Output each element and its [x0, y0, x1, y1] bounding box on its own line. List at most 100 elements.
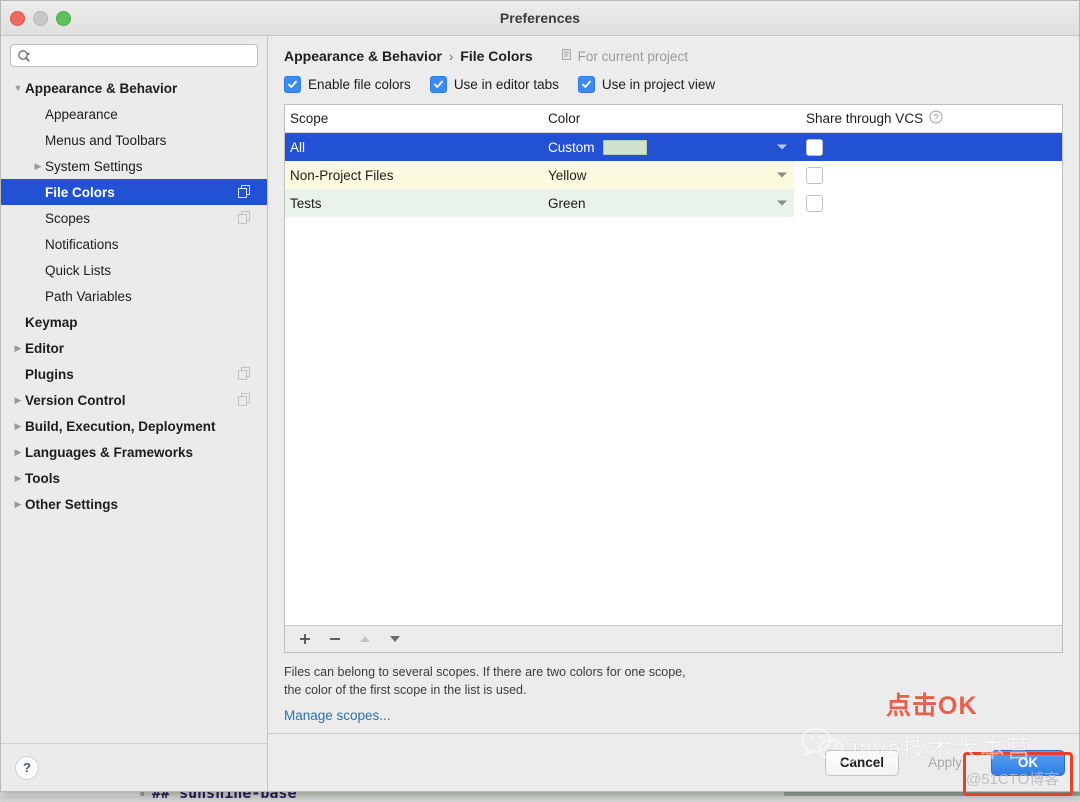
breadcrumb-separator-icon: ›	[448, 48, 454, 64]
sidebar-item-label: Appearance	[45, 106, 118, 122]
sidebar-item-system-settings[interactable]: ▶ System Settings	[1, 153, 267, 179]
sidebar-item-label: Path Variables	[45, 288, 132, 304]
search-field[interactable]	[10, 44, 258, 67]
sidebar-item-appearance[interactable]: Appearance	[1, 101, 267, 127]
close-button[interactable]	[10, 11, 25, 26]
option-label: Enable file colors	[308, 77, 411, 92]
table-row[interactable]: All Custom	[285, 133, 1062, 161]
sidebar-item-label: File Colors	[45, 184, 115, 200]
sidebar-item-build-execution-deployment[interactable]: ▶ Build, Execution, Deployment	[1, 413, 267, 439]
chevron-right-icon[interactable]: ▶	[11, 447, 25, 458]
chevron-down-icon[interactable]	[777, 172, 787, 178]
project-scope-icon	[238, 393, 251, 409]
minimize-button[interactable]	[33, 11, 48, 26]
table-row[interactable]: Tests Green	[285, 189, 1062, 217]
color-value-label: Green	[548, 195, 586, 211]
checkbox-checked-icon[interactable]	[429, 76, 447, 93]
table-row[interactable]: Non-Project Files Yellow	[285, 161, 1062, 189]
move-up-button[interactable]	[357, 631, 373, 647]
settings-nav-list: ▼ Appearance & Behavior Appearance Menus an…	[1, 73, 267, 743]
custom-color-swatch[interactable]	[602, 139, 647, 155]
checkbox-unchecked-icon[interactable]	[806, 194, 823, 212]
sidebar-item-editor[interactable]: ▶ Editor	[1, 335, 267, 361]
sidebar-footer: ?	[1, 743, 267, 791]
sidebar-item-other-settings[interactable]: ▶ Other Settings	[1, 491, 267, 517]
sidebar-item-label: Other Settings	[25, 496, 119, 512]
checkbox-checked-icon[interactable]	[577, 76, 595, 93]
file-colors-table: Scope Color Share through VCS ? All Cust…	[284, 104, 1063, 653]
color-value-label: Yellow	[548, 167, 587, 183]
cell-color-combobox[interactable]: Custom	[543, 133, 794, 161]
option-label: Use in project view	[601, 77, 716, 92]
cancel-button[interactable]: Cancel	[824, 749, 899, 776]
sidebar-item-label: Quick Lists	[45, 262, 112, 278]
cell-share-vcs[interactable]	[794, 133, 1062, 161]
cell-color-combobox[interactable]: Yellow	[543, 161, 794, 189]
sidebar-item-label: Languages & Frameworks	[25, 444, 194, 460]
project-scope-icon	[238, 367, 251, 383]
sidebar-item-scopes[interactable]: Scopes	[1, 205, 267, 231]
checkbox-unchecked-icon[interactable]	[806, 166, 823, 184]
sidebar-item-menus-and-toolbars[interactable]: Menus and Toolbars	[1, 127, 267, 153]
table-body: All Custom Non-Project Files Yellow Tests Gre…	[285, 133, 1062, 625]
chevron-right-icon[interactable]: ▶	[11, 473, 25, 484]
chevron-right-icon[interactable]: ▶	[11, 499, 25, 510]
sidebar-item-tools[interactable]: ▶ Tools	[1, 465, 267, 491]
sidebar-item-label: System Settings	[45, 158, 143, 174]
sidebar-item-appearance-behavior[interactable]: ▼ Appearance & Behavior	[1, 75, 267, 101]
cell-share-vcs[interactable]	[794, 161, 1062, 189]
chevron-right-icon[interactable]: ▶	[11, 395, 25, 406]
window-title: Preferences	[499, 10, 581, 26]
cell-scope: All	[290, 139, 306, 155]
annotation-click-ok-text: 点击OK	[886, 692, 978, 720]
sidebar-item-languages-frameworks[interactable]: ▶ Languages & Frameworks	[1, 439, 267, 465]
project-scope-icon	[238, 211, 251, 227]
chevron-right-icon[interactable]: ▶	[11, 343, 25, 354]
option-use-in-project-view[interactable]: Use in project view	[577, 76, 716, 93]
chevron-down-icon[interactable]	[777, 144, 787, 150]
chevron-down-icon[interactable]: ▼	[11, 83, 25, 93]
remove-button[interactable]	[327, 631, 343, 647]
breadcrumb-root[interactable]: Appearance & Behavior	[284, 48, 442, 64]
help-button[interactable]: ?	[15, 755, 39, 780]
zoom-button[interactable]	[56, 11, 71, 26]
file-colors-options: Enable file colors Use in editor tabs Use …	[284, 76, 1063, 93]
add-button[interactable]	[297, 631, 313, 647]
column-header-vcs-wrap: Share through VCS ?	[794, 110, 1062, 127]
preferences-window: Preferences ▼ Appearance & Behavior Appe…	[0, 0, 1080, 792]
cell-share-vcs[interactable]	[794, 189, 1062, 217]
cell-color-combobox[interactable]: Green	[543, 189, 794, 217]
vcs-help-icon[interactable]: ?	[929, 110, 943, 127]
sidebar-item-plugins[interactable]: Plugins	[1, 361, 267, 387]
chevron-right-icon[interactable]: ▶	[11, 421, 25, 432]
sidebar-item-keymap[interactable]: Keymap	[1, 309, 267, 335]
apply-button[interactable]: Apply	[908, 749, 982, 776]
search-container	[1, 36, 267, 73]
settings-detail-panel: Appearance & Behavior › File Colors For …	[268, 36, 1079, 791]
sidebar-item-file-colors[interactable]: File Colors	[1, 179, 267, 205]
sidebar-item-label: Keymap	[25, 314, 78, 330]
checkbox-checked-icon[interactable]	[284, 76, 301, 93]
column-header-vcs: Share through VCS	[806, 111, 924, 126]
search-input[interactable]	[35, 47, 251, 64]
title-bar: Preferences	[1, 1, 1079, 36]
checkbox-unchecked-icon[interactable]	[806, 138, 823, 156]
cell-scope: Non-Project Files	[285, 161, 543, 189]
ok-button[interactable]: OK	[991, 749, 1065, 776]
breadcrumb-leaf: File Colors	[460, 48, 533, 64]
sidebar-item-notifications[interactable]: Notifications	[1, 231, 267, 257]
project-scope-icon	[238, 185, 251, 201]
sidebar-item-label: Plugins	[25, 366, 74, 382]
sidebar-item-quick-lists[interactable]: Quick Lists	[1, 257, 267, 283]
chevron-down-icon[interactable]	[777, 200, 787, 206]
window-controls[interactable]	[10, 11, 71, 26]
scopes-hint-text: Files can belong to several scopes. If t…	[284, 664, 686, 697]
chevron-right-icon[interactable]: ▶	[31, 161, 45, 172]
sidebar-item-version-control[interactable]: ▶ Version Control	[1, 387, 267, 413]
option-enable-file-colors[interactable]: Enable file colors	[284, 76, 411, 93]
option-use-in-editor-tabs[interactable]: Use in editor tabs	[429, 76, 559, 93]
move-down-button[interactable]	[387, 631, 403, 647]
dialog-footer: Cancel Apply OK	[268, 733, 1079, 791]
column-header-scope: Scope	[290, 111, 329, 126]
sidebar-item-path-variables[interactable]: Path Variables	[1, 283, 267, 309]
